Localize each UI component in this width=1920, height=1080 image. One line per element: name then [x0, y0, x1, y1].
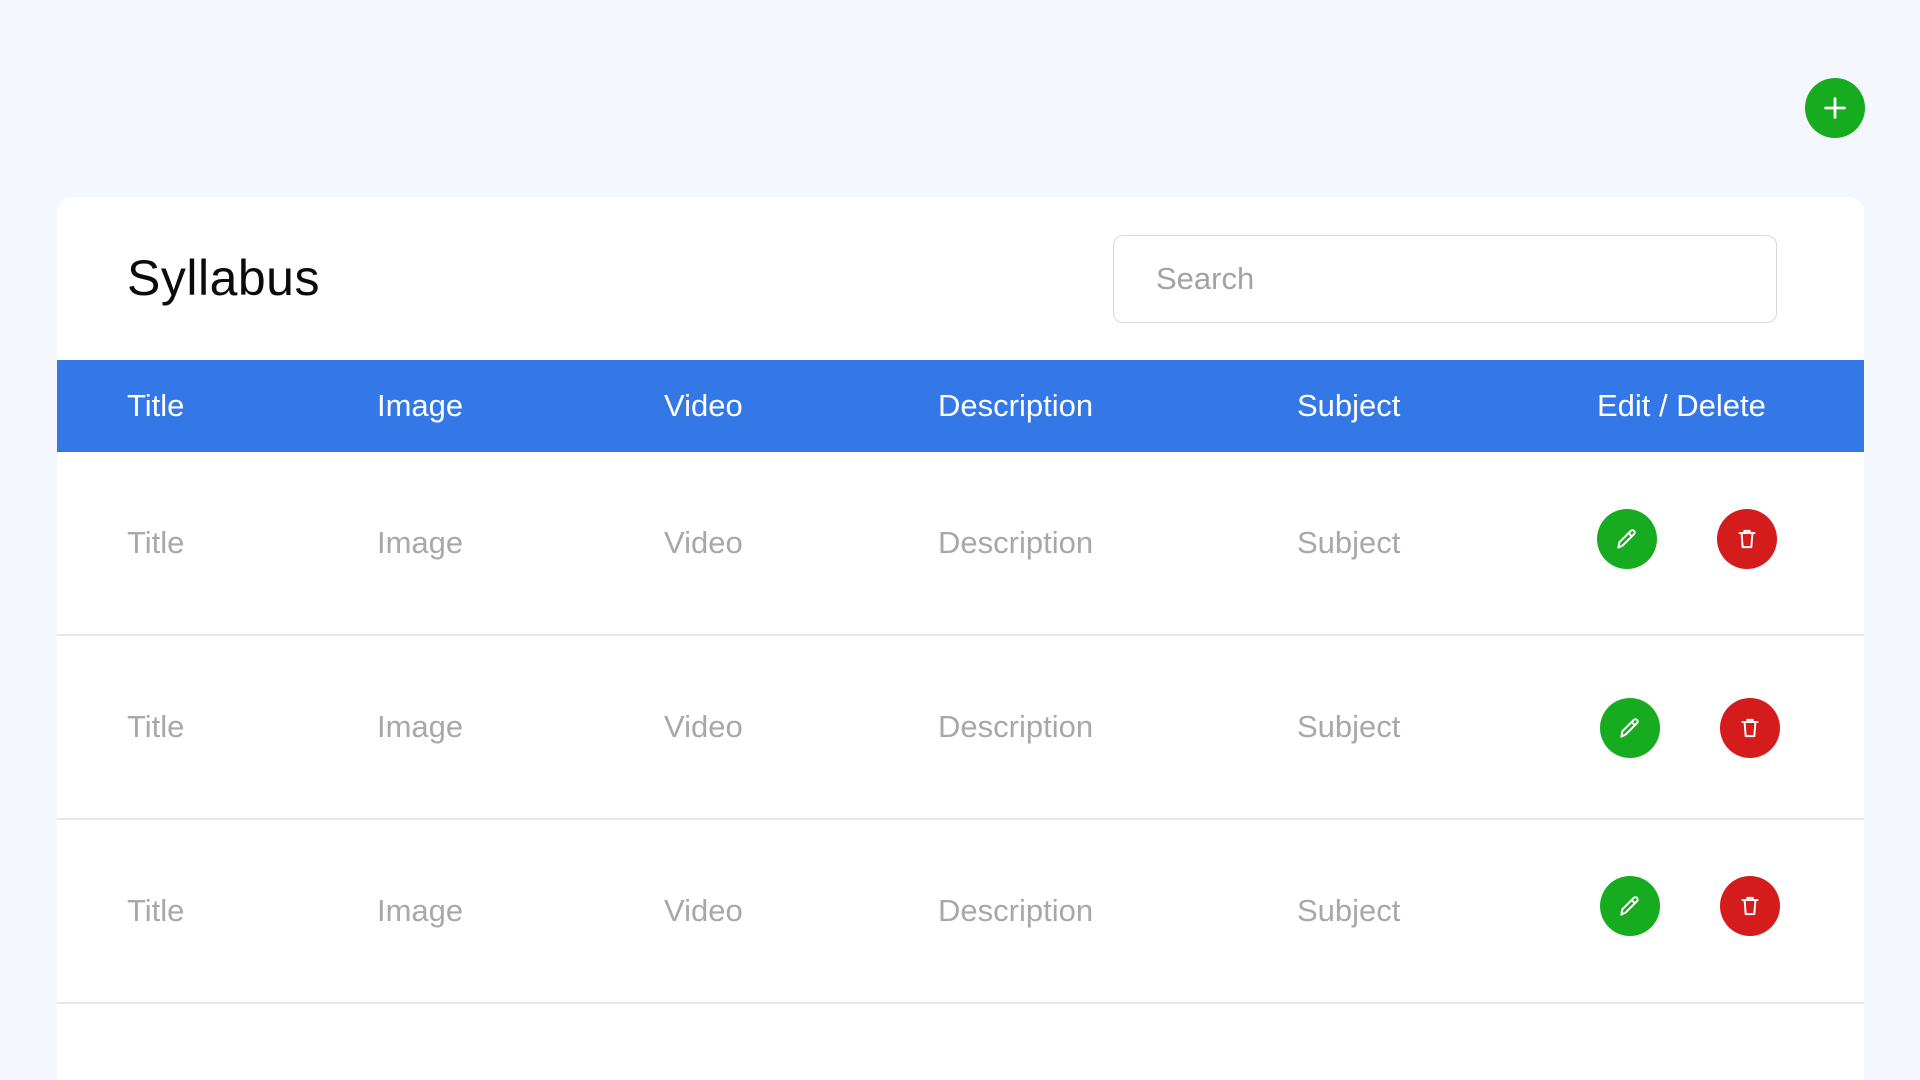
cell-video: Video [664, 709, 743, 744]
cell-subject: Subject [1297, 525, 1401, 560]
search-input[interactable] [1113, 235, 1777, 323]
column-header-video: Video [664, 388, 743, 423]
pencil-icon [1620, 896, 1639, 916]
edit-button[interactable] [1600, 876, 1660, 936]
cell-video: Video [664, 893, 743, 928]
trash-icon [1741, 896, 1759, 916]
delete-button[interactable] [1720, 698, 1780, 758]
edit-button[interactable] [1597, 509, 1657, 569]
cell-image: Image [377, 525, 464, 560]
pencil-icon [1620, 718, 1639, 738]
edit-button[interactable] [1600, 698, 1660, 758]
cell-image: Image [377, 893, 464, 928]
pencil-icon [1617, 529, 1636, 549]
delete-button[interactable] [1720, 876, 1780, 936]
column-header-description: Description [938, 388, 1094, 423]
cell-title: Title [127, 525, 185, 560]
plus-icon [1824, 97, 1846, 119]
cell-title: Title [127, 893, 185, 928]
table-row: Title Image Video Description Subject [57, 452, 1864, 636]
cell-description: Description [938, 525, 1094, 560]
table-row: Title Image Video Description Subject [57, 820, 1864, 1004]
page-title: Syllabus [127, 250, 320, 306]
cell-subject: Subject [1297, 709, 1401, 744]
trash-icon [1741, 718, 1759, 738]
cell-title: Title [127, 709, 185, 744]
cell-image: Image [377, 709, 464, 744]
table-header: Title Image Video Description Subject Ed… [57, 360, 1864, 452]
syllabus-card: Syllabus Title Image Video Description S… [57, 197, 1864, 1080]
table-row: Title Image Video Description Subject [57, 636, 1864, 820]
page: Syllabus Title Image Video Description S… [0, 0, 1920, 1080]
delete-button[interactable] [1717, 509, 1777, 569]
cell-subject: Subject [1297, 893, 1401, 928]
column-header-title: Title [127, 388, 185, 423]
cell-video: Video [664, 525, 743, 560]
cell-description: Description [938, 709, 1094, 744]
card-header: Syllabus [57, 197, 1864, 360]
column-header-edit-delete: Edit / Delete [1597, 388, 1766, 423]
cell-description: Description [938, 893, 1094, 928]
trash-icon [1738, 529, 1756, 549]
column-header-subject: Subject [1297, 388, 1401, 423]
column-header-image: Image [377, 388, 464, 423]
add-syllabus-button[interactable] [1805, 78, 1865, 138]
